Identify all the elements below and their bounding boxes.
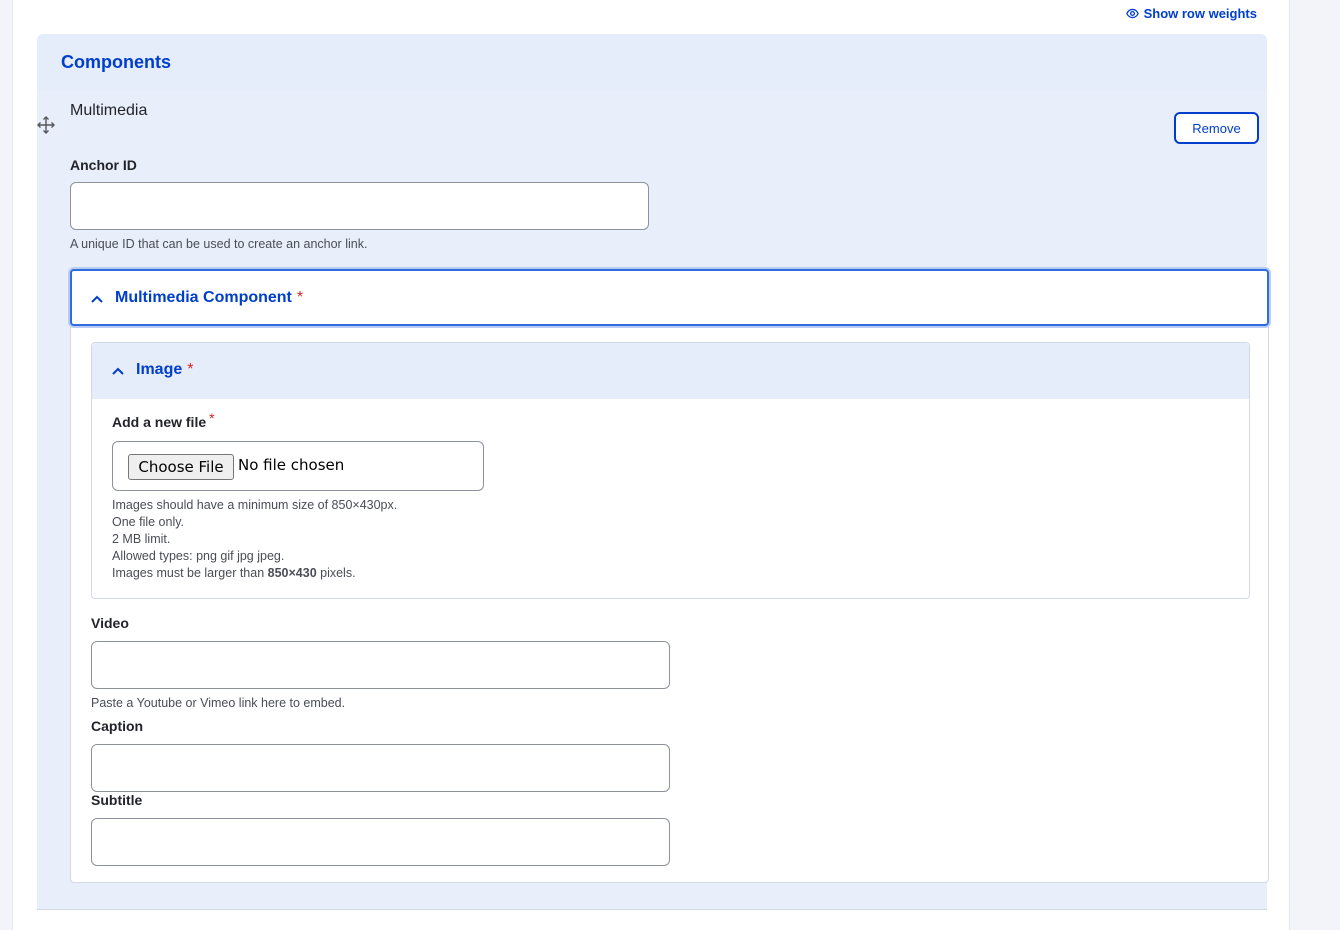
add-file-label: Add a new file * xyxy=(112,410,215,430)
row-title: Multimedia xyxy=(70,102,148,119)
image-help: Images should have a minimum size of 850… xyxy=(112,497,397,582)
subtitle-label: Subtitle xyxy=(91,792,143,808)
image-help-line: 2 MB limit. xyxy=(112,532,171,546)
video-label: Video xyxy=(91,615,129,631)
required-marker: * xyxy=(296,289,304,306)
eye-icon xyxy=(1125,8,1139,19)
image-label: Image xyxy=(136,361,183,378)
image-help-line: Images should have a minimum size of 850… xyxy=(112,498,398,512)
video-help: Paste a Youtube or Vimeo link here to em… xyxy=(91,696,346,710)
image-help-line: One file only. xyxy=(112,515,185,529)
subtitle-input[interactable] xyxy=(91,818,670,866)
caption-input[interactable] xyxy=(91,744,670,792)
required-marker: * xyxy=(209,410,215,426)
video-input[interactable] xyxy=(91,641,670,689)
image-help-bold: 850×430 xyxy=(267,566,317,580)
multimedia-component-title: Multimedia Component * xyxy=(115,289,303,307)
paragraph-row: Multimedia Remove Anchor ID A unique ID … xyxy=(37,90,1269,910)
show-row-weights-label: Show row weights xyxy=(1143,6,1257,21)
add-file-label-text: Add a new file xyxy=(112,414,207,430)
image-help-line: Allowed types: png gif jpg jpeg. xyxy=(112,549,285,563)
image-help-prefix: Images must be larger than xyxy=(112,566,268,580)
caption-label: Caption xyxy=(91,718,144,734)
components-title: Components xyxy=(61,52,171,72)
choose-file-button[interactable]: Choose File xyxy=(128,454,234,480)
image-details: Image * Add a new file * Choose File No fi… xyxy=(91,342,1250,599)
file-input[interactable]: Choose File No file chosen xyxy=(112,441,484,491)
anchor-id-input[interactable] xyxy=(70,182,649,230)
image-help-suffix: pixels. xyxy=(316,566,356,580)
multimedia-component-toggle[interactable]: Multimedia Component * xyxy=(70,269,1269,326)
page-content: Show row weights Components Multimedia R… xyxy=(12,0,1290,930)
multimedia-component-details: Multimedia Component * Image * Add a new f… xyxy=(70,269,1269,883)
chevron-up-icon xyxy=(112,367,124,375)
image-title: Image * xyxy=(136,361,193,379)
image-toggle[interactable]: Image * xyxy=(92,343,1249,399)
anchor-id-help: A unique ID that can be used to create a… xyxy=(70,237,368,251)
chevron-up-icon xyxy=(91,295,103,303)
move-icon[interactable] xyxy=(37,116,55,134)
remove-button[interactable]: Remove xyxy=(1174,112,1259,144)
image-help-line: Images must be larger than 850×430 pixel… xyxy=(112,565,397,582)
multimedia-component-label: Multimedia Component xyxy=(115,289,292,306)
anchor-id-label: Anchor ID xyxy=(70,157,137,173)
no-file-text: No file chosen xyxy=(238,456,345,474)
show-row-weights-link[interactable]: Show row weights xyxy=(1125,6,1257,21)
components-header: Components xyxy=(37,34,1267,90)
required-marker: * xyxy=(187,361,194,378)
